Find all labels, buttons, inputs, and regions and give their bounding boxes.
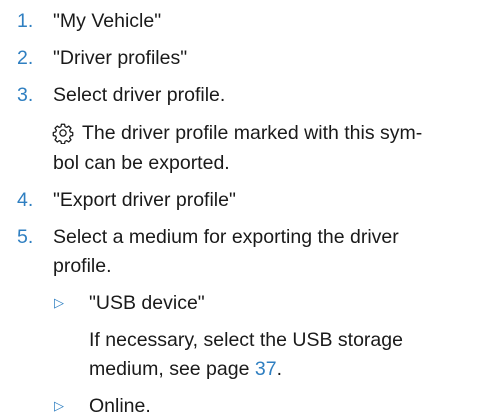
step-text: Select driver profile. xyxy=(53,84,226,106)
page-reference-link[interactable]: 37 xyxy=(255,358,277,380)
step-text: profile. xyxy=(53,255,112,277)
gear-icon xyxy=(52,123,74,144)
step-text: Select a medium for exporting the driver xyxy=(53,226,399,248)
step-number: 1. xyxy=(17,10,34,32)
note-text-prefix: medium, see page xyxy=(89,358,255,380)
note-text: medium, see page 37. xyxy=(89,357,282,381)
step-number: 2. xyxy=(17,47,34,69)
step-number: 5. xyxy=(17,226,34,248)
step-text: "My Vehicle" xyxy=(53,10,162,32)
note-text: The driver profile marked with this sym- xyxy=(82,122,423,144)
step-number: 3. xyxy=(17,84,34,106)
note-text-suffix: . xyxy=(276,358,282,380)
note-text: If necessary, select the USB storage xyxy=(89,329,403,351)
manual-page: 1. "My Vehicle" 2. "Driver profiles" 3. … xyxy=(0,0,491,417)
step-text: "Export driver profile" xyxy=(53,189,236,211)
note-text: bol can be exported. xyxy=(53,152,230,174)
triangle-bullet-icon: ▷ xyxy=(54,295,64,310)
triangle-bullet-icon: ▷ xyxy=(54,398,64,413)
step-number: 4. xyxy=(17,189,34,211)
step-text: "Driver profiles" xyxy=(53,47,188,69)
sub-item-text: "USB device" xyxy=(89,292,205,314)
sub-item-text: Online. xyxy=(89,395,151,417)
